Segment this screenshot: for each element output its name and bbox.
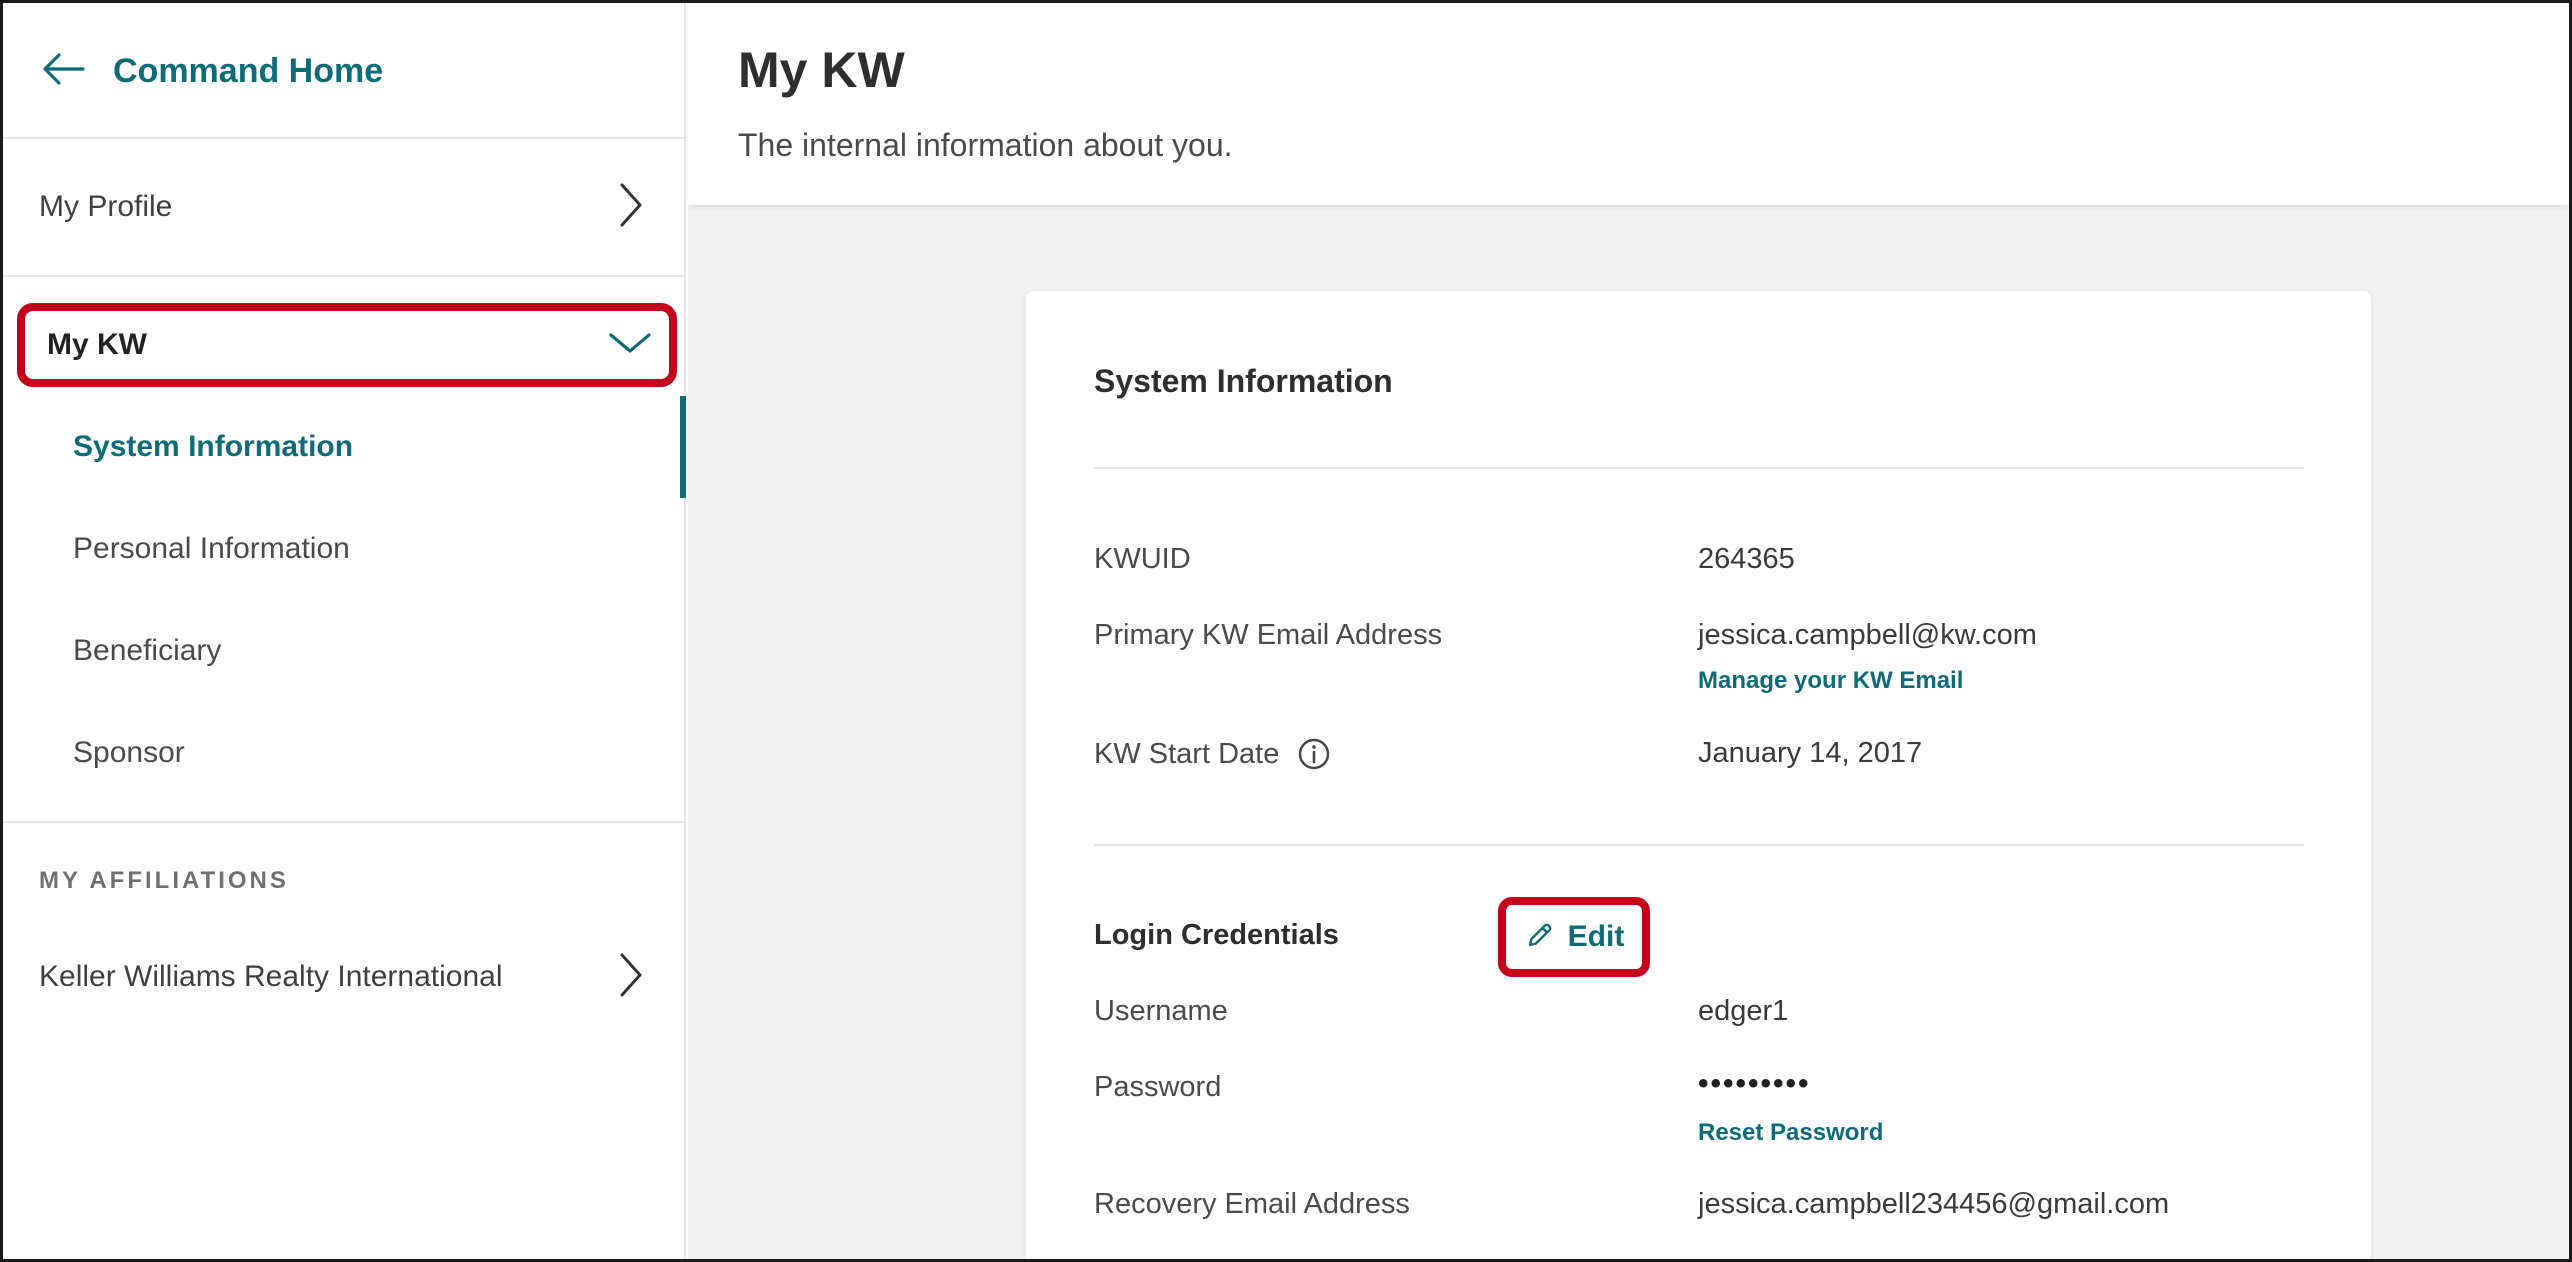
recovery-email-label: Recovery Email Address: [1094, 1188, 1410, 1220]
chevron-right-icon: [612, 951, 648, 1004]
divider: [3, 821, 686, 823]
card-title: System Information: [1094, 363, 1393, 399]
affiliations-heading: MY AFFILIATIONS: [39, 867, 289, 894]
edit-login-button[interactable]: Edit: [1498, 897, 1650, 977]
sidebar: Command Home My Profile My KW System Inf…: [3, 3, 686, 1259]
sidebar-item-label: Keller Williams Realty International: [39, 960, 503, 993]
email-label: Primary KW Email Address: [1094, 619, 1443, 651]
system-information-card: System Information KWUID 264365 Primary …: [1026, 291, 2371, 1259]
reset-password-link[interactable]: Reset Password: [1698, 1119, 1883, 1147]
sidebar-subitem-personal-information[interactable]: Personal Information: [3, 498, 686, 600]
sidebar-subitem-sponsor[interactable]: Sponsor: [3, 702, 686, 804]
sidebar-item-my-kw[interactable]: My KW: [17, 303, 677, 387]
password-label: Password: [1094, 1071, 1222, 1103]
page-header: My KW The internal information about you…: [688, 3, 2569, 205]
start-date-field: KW Start Date: [1094, 737, 1331, 771]
start-date-value: January 14, 2017: [1698, 737, 1923, 769]
divider: [1094, 844, 2304, 846]
pencil-icon: [1524, 919, 1556, 956]
password-value: •••••••••: [1698, 1067, 1811, 1100]
app-window: Command Home My Profile My KW System Inf…: [0, 0, 2572, 1262]
username-value: edger1: [1698, 995, 1789, 1027]
chevron-right-icon: [612, 181, 648, 234]
page-subtitle: The internal information about you.: [738, 127, 1233, 163]
divider: [3, 275, 686, 277]
sidebar-item-label: My Profile: [39, 190, 173, 223]
sidebar-subitem-beneficiary[interactable]: Beneficiary: [3, 600, 686, 702]
login-credentials-title: Login Credentials: [1094, 919, 1339, 951]
arrow-left-icon: [39, 45, 87, 98]
manage-email-link[interactable]: Manage your KW Email: [1698, 667, 1963, 695]
sidebar-subitem-system-information[interactable]: System Information: [3, 396, 686, 498]
main-content: My KW The internal information about you…: [688, 3, 2569, 1259]
sidebar-item-keller-williams[interactable]: Keller Williams Realty International: [3, 908, 686, 1046]
edit-label: Edit: [1567, 920, 1625, 953]
info-icon[interactable]: [1297, 737, 1331, 771]
recovery-email-value: jessica.campbell234456@gmail.com: [1698, 1188, 2170, 1220]
sidebar-item-label: My KW: [47, 328, 147, 361]
command-home-link[interactable]: Command Home: [39, 45, 383, 98]
page-title: My KW: [738, 42, 905, 98]
active-indicator: [680, 396, 686, 498]
email-value: jessica.campbell@kw.com: [1698, 619, 2037, 651]
sidebar-item-my-profile[interactable]: My Profile: [3, 138, 686, 276]
chevron-down-icon: [607, 329, 653, 362]
kwuid-value: 264365: [1698, 543, 1795, 575]
kwuid-label: KWUID: [1094, 543, 1191, 575]
username-label: Username: [1094, 995, 1228, 1027]
divider: [1094, 467, 2304, 469]
command-home-label: Command Home: [113, 52, 384, 90]
start-date-label: KW Start Date: [1094, 737, 1280, 770]
